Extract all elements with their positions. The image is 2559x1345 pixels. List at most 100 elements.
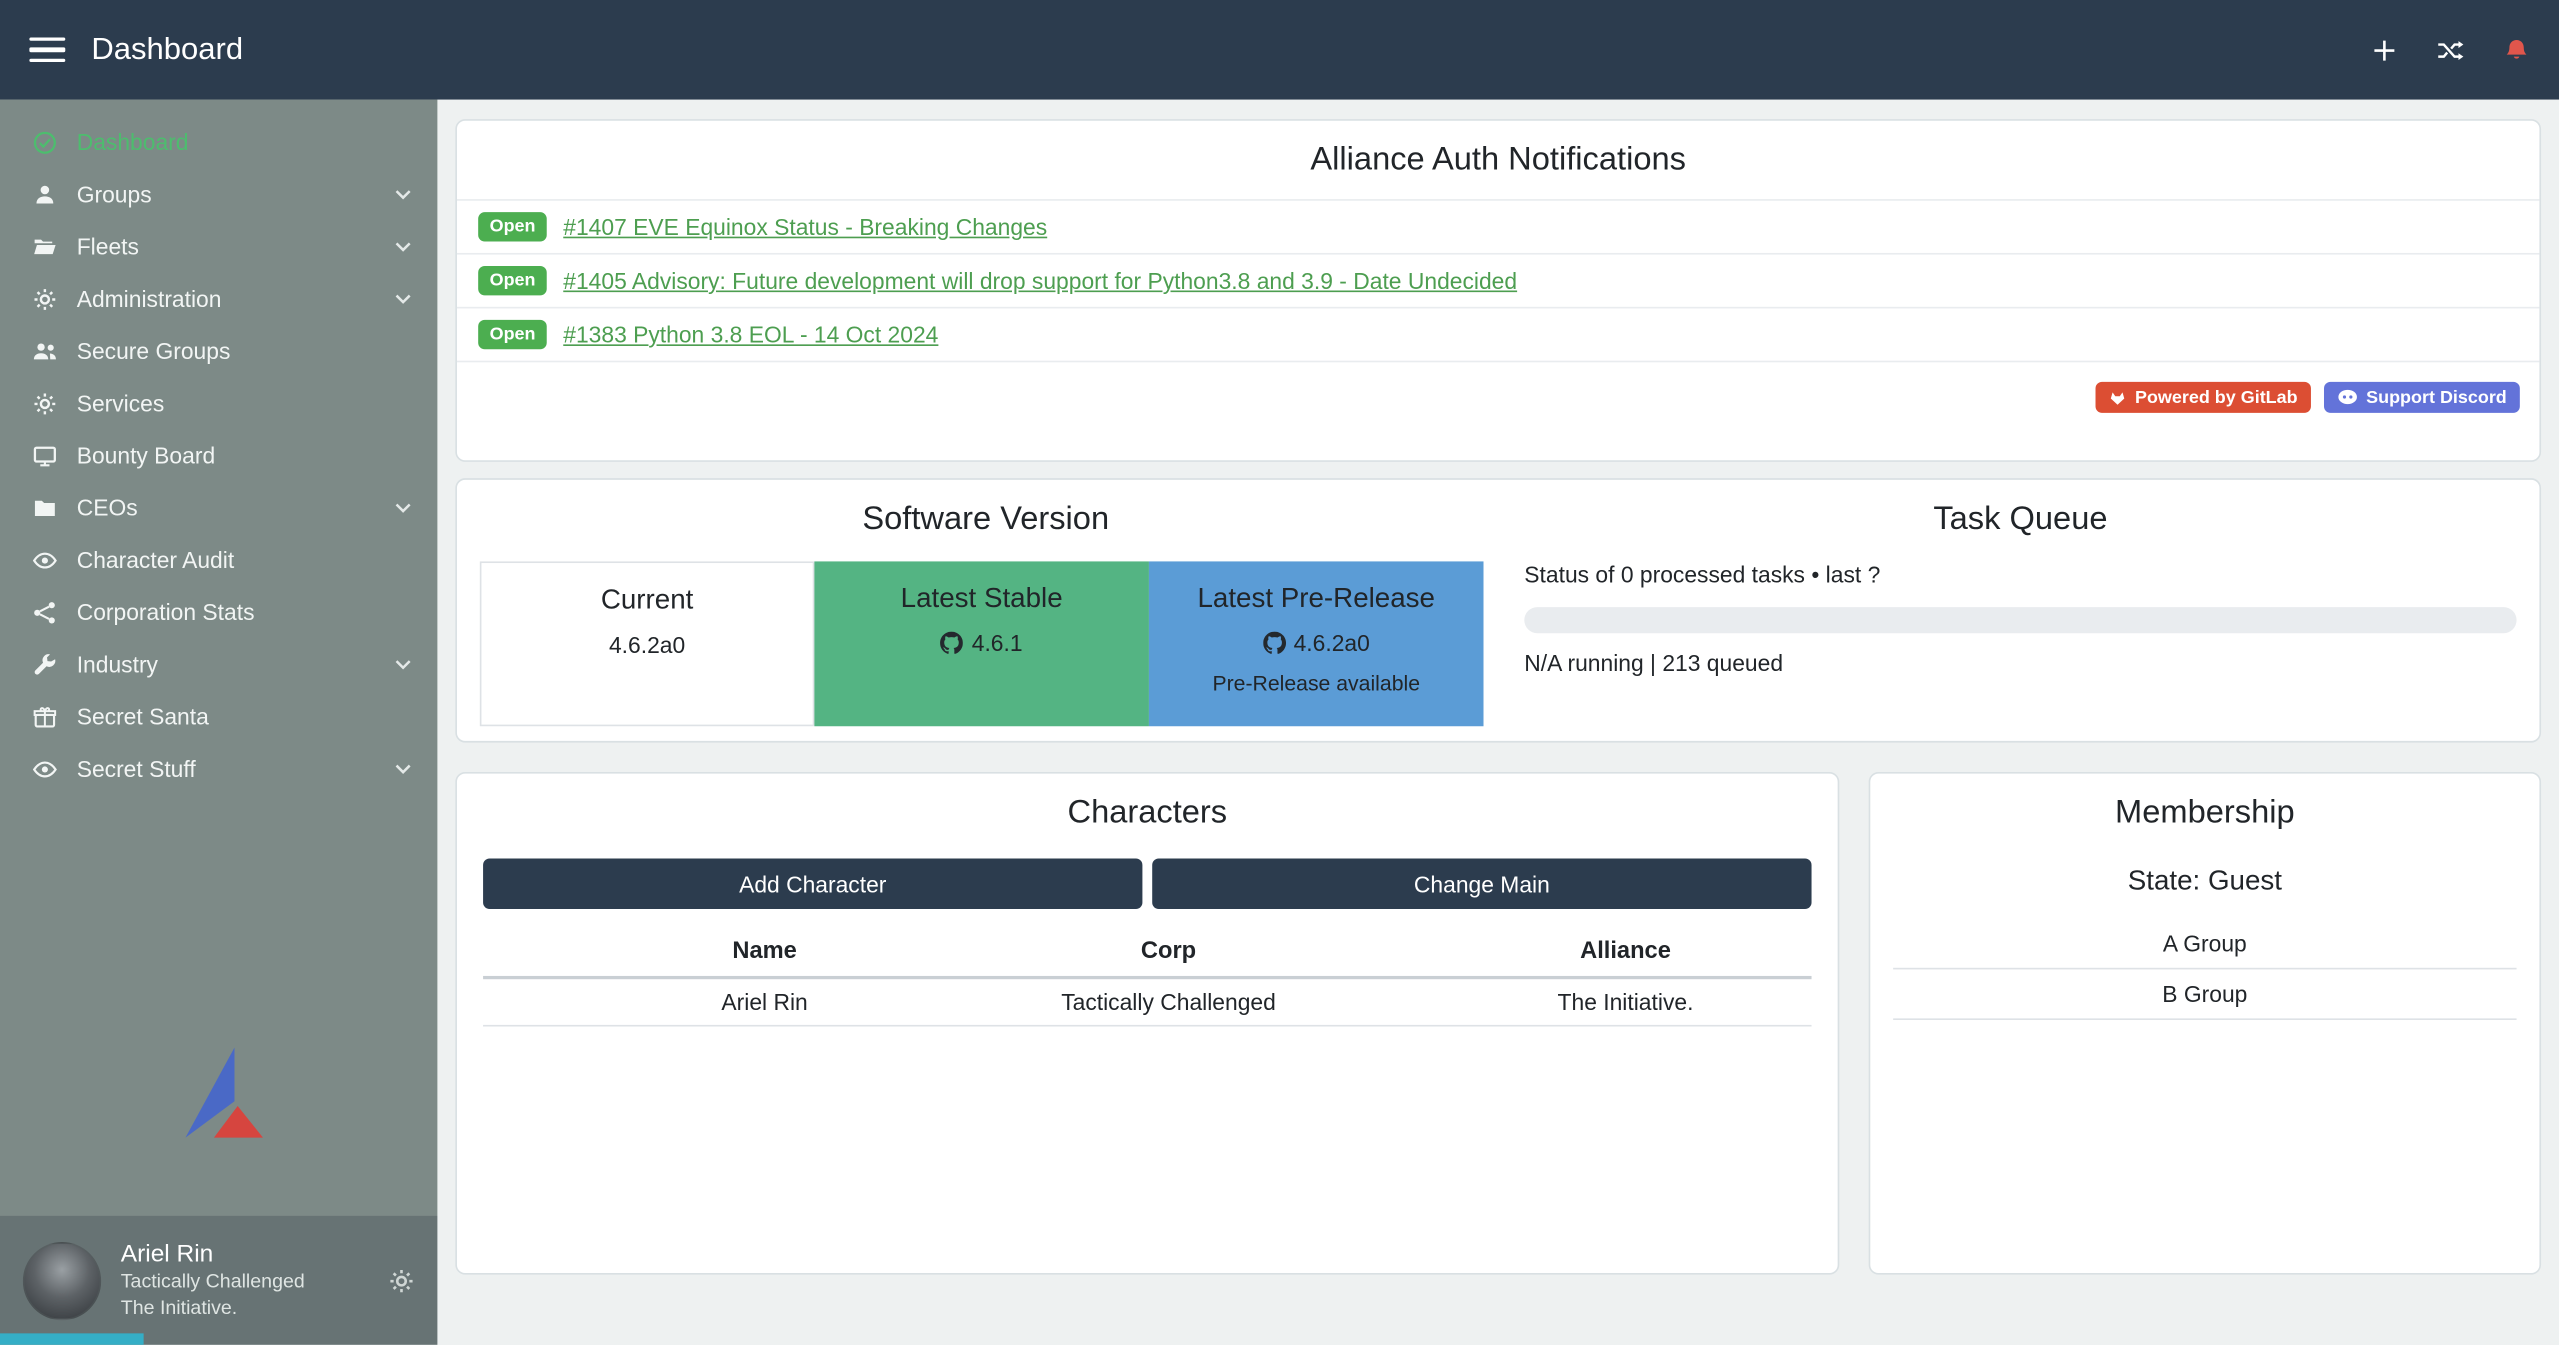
task-queue-status: Status of 0 processed tasks • last ? (1524, 561, 2516, 587)
notification-link[interactable]: #1407 EVE Equinox Status - Breaking Chan… (563, 214, 1047, 240)
user-avatar (23, 1241, 101, 1319)
version-boxes: Current 4.6.2a0 Latest Stable 4.6.1 Late… (480, 561, 1492, 726)
sidebar-item-secure-groups[interactable]: Secure Groups (0, 325, 437, 377)
notifications-list: Open #1407 EVE Equinox Status - Breaking… (457, 199, 2539, 362)
notification-item: Open #1405 Advisory: Future development … (457, 255, 2539, 309)
version-value: 4.6.1 (972, 630, 1023, 656)
share-icon (31, 600, 57, 624)
header-portrait (483, 942, 630, 963)
chevron-down-icon (395, 659, 411, 670)
change-main-button[interactable]: Change Main (1152, 858, 1811, 909)
chevron-down-icon (395, 241, 411, 252)
user-corp: Tactically Challenged (121, 1270, 305, 1295)
sidebar-item-label: Secret Stuff (77, 756, 196, 782)
settings-gear-icon[interactable] (388, 1267, 414, 1293)
bottom-cards-row: Characters Add Character Change Main Nam… (455, 772, 2541, 1275)
sidebar-item-label: Industry (77, 651, 158, 677)
gears-icon (31, 286, 57, 310)
chevron-down-icon (395, 502, 411, 513)
top-navbar: Dashboard (0, 0, 2559, 100)
sidebar-item-fleets[interactable]: Fleets (0, 220, 437, 272)
user-alliance: The Initiative. (121, 1296, 305, 1321)
sidebar-item-secret-stuff[interactable]: Secret Stuff (0, 743, 437, 795)
version-heading: Latest Pre-Release (1149, 583, 1484, 616)
membership-title: Membership (1870, 774, 2539, 852)
notification-link[interactable]: #1383 Python 3.8 EOL - 14 Oct 2024 (563, 322, 938, 348)
chevron-down-icon (395, 763, 411, 774)
sidebar-item-label: Services (77, 390, 165, 416)
software-version-title: Software Version (480, 501, 1492, 539)
sidebar-item-label: Fleets (77, 233, 139, 259)
sidebar-item-character-audit[interactable]: Character Audit (0, 534, 437, 586)
notifications-footer: Powered by GitLab Support Discord (457, 362, 2539, 413)
sidebar-item-industry[interactable]: Industry (0, 638, 437, 690)
version-heading: Latest Stable (814, 583, 1149, 616)
sidebar-item-label: Bounty Board (77, 442, 215, 468)
sidebar-item-groups[interactable]: Groups (0, 168, 437, 220)
version-heading: Current (481, 584, 812, 617)
shuffle-icon[interactable] (2437, 37, 2465, 63)
add-character-button[interactable]: Add Character (483, 858, 1142, 909)
sidebar-item-dashboard[interactable]: Dashboard (0, 116, 437, 168)
sidebar-item-bounty-board[interactable]: Bounty Board (0, 429, 437, 481)
chevron-down-icon (395, 188, 411, 199)
support-discord-badge[interactable]: Support Discord (2324, 382, 2520, 413)
status-badge: Open (478, 212, 547, 241)
version-value: 4.6.2a0 (609, 632, 685, 658)
character-name: Ariel Rin (630, 989, 899, 1015)
user-name: Ariel Rin (121, 1240, 305, 1271)
notification-link[interactable]: #1405 Advisory: Future development will … (563, 268, 1517, 294)
sidebar-item-label: CEOs (77, 495, 138, 521)
software-version-section: Software Version Current 4.6.2a0 Latest … (480, 496, 1492, 724)
characters-buttons: Add Character Change Main (457, 858, 1838, 909)
gears-icon (31, 391, 57, 415)
sidebar-item-ceos[interactable]: CEOs (0, 481, 437, 533)
gift-icon (31, 704, 57, 728)
list-item: A Group (1893, 919, 2516, 970)
sidebar: Dashboard Groups Fleets (0, 100, 437, 1345)
plus-icon[interactable] (2371, 37, 2397, 63)
version-note: Pre-Release available (1149, 671, 1484, 695)
github-icon (941, 632, 964, 655)
powered-by-gitlab-badge[interactable]: Powered by GitLab (2096, 382, 2311, 413)
sidebar-item-services[interactable]: Services (0, 377, 437, 429)
menu-toggle-button[interactable] (29, 37, 65, 62)
characters-table-header: Name Corp Alliance (483, 929, 1811, 980)
sidebar-nav: Dashboard Groups Fleets (0, 100, 437, 795)
task-queue-section: Task Queue Status of 0 processed tasks •… (1524, 496, 2516, 724)
alliance-auth-app: Dashboard Dashboard (0, 0, 2559, 1345)
user-info: Ariel Rin Tactically Challenged The Init… (121, 1240, 305, 1321)
sidebar-item-label: Secret Santa (77, 703, 209, 729)
notification-item: Open #1407 EVE Equinox Status - Breaking… (457, 201, 2539, 255)
user-panel: Ariel Rin Tactically Challenged The Init… (0, 1216, 437, 1345)
navbar-actions (2371, 37, 2529, 63)
notifications-title: Alliance Auth Notifications (457, 121, 2539, 199)
github-icon (1263, 632, 1286, 655)
sidebar-bottom-accent (0, 1333, 144, 1344)
folder-open-icon (31, 234, 57, 258)
header-corp: Corp (899, 929, 1438, 976)
gitlab-icon (2109, 388, 2127, 406)
status-badge: Open (478, 320, 547, 349)
task-queue-counts: N/A running | 213 queued (1524, 650, 2516, 676)
sidebar-item-label: Dashboard (77, 129, 189, 155)
wrench-icon (31, 652, 57, 676)
version-box-latest-stable: Latest Stable 4.6.1 (814, 561, 1149, 726)
sidebar-item-corporation-stats[interactable]: Corporation Stats (0, 586, 437, 638)
users-icon (31, 339, 57, 363)
eye-icon (31, 548, 57, 572)
sidebar-item-administration[interactable]: Administration (0, 273, 437, 325)
version-box-latest-prerelease: Latest Pre-Release 4.6.2a0 Pre-Release a… (1149, 561, 1484, 726)
notification-item: Open #1383 Python 3.8 EOL - 14 Oct 2024 (457, 308, 2539, 362)
main-content: Alliance Auth Notifications Open #1407 E… (437, 100, 2559, 1345)
header-name: Name (630, 929, 899, 976)
bell-icon[interactable] (2504, 37, 2530, 63)
notifications-card: Alliance Auth Notifications Open #1407 E… (455, 119, 2541, 462)
user-icon (31, 182, 57, 206)
folder-icon (31, 495, 57, 519)
table-row: Ariel Rin Tactically Challenged The Init… (483, 979, 1811, 1026)
status-badge: Open (478, 266, 547, 295)
sidebar-item-label: Groups (77, 181, 152, 207)
sidebar-item-secret-santa[interactable]: Secret Santa (0, 690, 437, 742)
sidebar-item-label: Administration (77, 286, 222, 312)
